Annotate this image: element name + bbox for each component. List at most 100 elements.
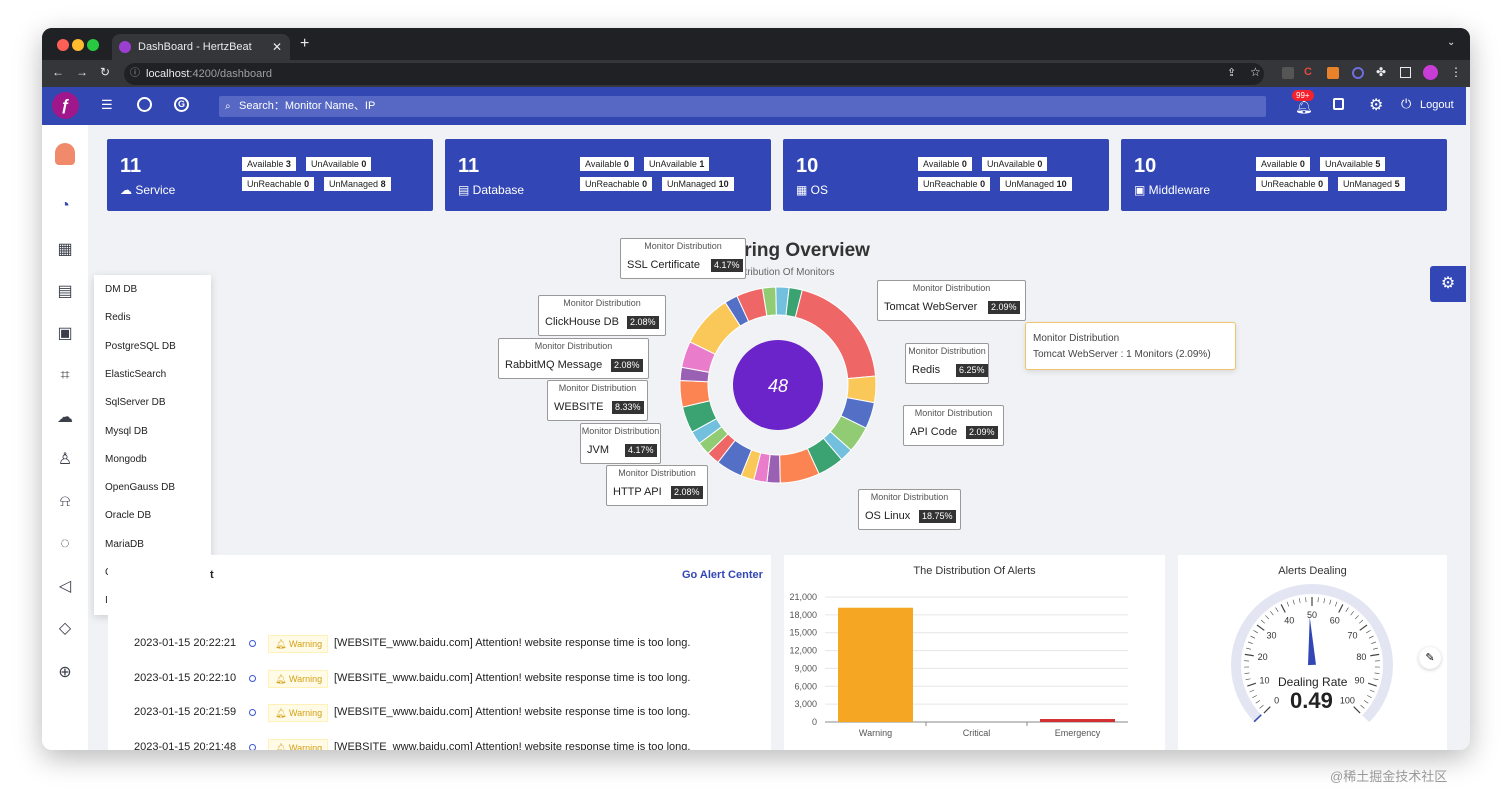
dropdown-item[interactable]: MariaDB — [105, 539, 144, 550]
badge-label: UnAvailable — [649, 159, 697, 169]
gitee-icon[interactable]: G — [174, 97, 189, 112]
dropdown-item[interactable]: PostgreSQL DB — [105, 341, 176, 352]
summary-card-os[interactable]: 10 ▦ OS Available 0 UnAvailable 0 UnReachabl… — [783, 139, 1109, 211]
distribution-label: Monitor Distribution OS Linux 18.75% — [858, 489, 961, 530]
bar-warning[interactable] — [838, 607, 913, 722]
logout-icon[interactable]: ⏻ — [1401, 96, 1411, 112]
os-icon[interactable]: ▣ — [55, 324, 75, 344]
hertzbeat-logo[interactable]: ƒ — [52, 92, 79, 119]
bookmark-star-icon[interactable]: ☆ — [1250, 65, 1261, 79]
settings-gear-icon[interactable]: ⚙ — [1369, 95, 1383, 115]
logout-button[interactable]: Logout — [1420, 99, 1454, 111]
magic-wand-icon[interactable]: ✎ — [1419, 647, 1441, 669]
distribution-label-name: JVM — [587, 444, 609, 456]
badge-unavailable: UnAvailable 1 — [644, 157, 710, 171]
maximize-window-button[interactable] — [87, 39, 99, 51]
gauge-needle — [1308, 617, 1316, 666]
megaphone-icon[interactable]: ◁ — [55, 577, 75, 597]
search-placeholder: Search：Monitor Name、IP — [239, 100, 376, 112]
gauge-tick-label: 30 — [1267, 631, 1277, 641]
distribution-label: Monitor Distribution WEBSITE 8.33% — [547, 380, 648, 421]
dropdown-item[interactable]: DM DB — [105, 284, 137, 295]
github-icon[interactable] — [137, 97, 152, 112]
user-avatar-icon[interactable] — [55, 143, 75, 165]
share-icon[interactable]: ⇪ — [1227, 66, 1236, 79]
dropdown-item[interactable]: Redis — [105, 312, 131, 323]
tag-icon[interactable]: ◇ — [55, 619, 75, 639]
bell-small-icon: 🔔︎ — [275, 673, 287, 684]
distribution-label: Monitor Distribution HTTP API 2.08% — [606, 465, 708, 506]
dropdown-item[interactable]: Mysql DB — [105, 426, 148, 437]
badge-label: Available — [247, 159, 284, 169]
dropdown-item[interactable]: SqlServer DB — [105, 397, 166, 408]
badge-available: Available 3 — [242, 157, 296, 171]
collapse-menu-icon[interactable]: ☰ — [101, 97, 113, 113]
card-label-text: OS — [810, 183, 829, 197]
alarm-icon[interactable]: ⍾ — [55, 492, 75, 512]
dropdown-item[interactable]: Mongodb — [105, 454, 147, 465]
alert-distribution-panel: The Distribution Of Alerts 21,000 18,000 1… — [784, 555, 1165, 750]
middleware-icon[interactable]: ⌗ — [55, 366, 75, 386]
browser-menu-icon[interactable]: ⋮ — [1450, 65, 1462, 79]
hertzbeat-favicon-icon — [119, 41, 131, 53]
dropdown-item[interactable]: Oracle DB — [105, 510, 151, 521]
extension-icon[interactable] — [1282, 67, 1294, 79]
database-icon[interactable]: ▤ — [55, 282, 75, 302]
cloud-icon[interactable]: ☁ — [55, 408, 75, 428]
new-tab-icon[interactable]: + — [300, 35, 309, 53]
reload-icon[interactable]: ↻ — [100, 65, 110, 79]
gauge-tick-label: 70 — [1347, 631, 1357, 641]
gauge-tick — [1250, 635, 1256, 639]
close-tab-icon[interactable]: ✕ — [272, 34, 282, 60]
distribution-label: Monitor Distribution RabbitMQ Message 2.08… — [498, 338, 649, 379]
back-icon[interactable]: ← — [52, 65, 64, 79]
alert-row[interactable]: 2023-01-15 20:21:59 🔔︎ Warning [WEBSITE_www… — [108, 703, 768, 725]
y-tick-label: 12,000 — [789, 646, 817, 656]
bulb-icon[interactable]: ◌ — [55, 534, 75, 554]
badge-value: 0 — [1299, 159, 1305, 169]
shirt-icon[interactable]: ♙ — [55, 450, 75, 470]
bar-emergency[interactable] — [1040, 719, 1115, 722]
extension-fox-icon[interactable] — [1327, 67, 1339, 79]
database-icon: ▤ — [458, 183, 473, 197]
theme-settings-button[interactable]: ⚙ — [1430, 266, 1466, 302]
badge-value: 0 — [623, 159, 629, 169]
profile-avatar-icon[interactable] — [1423, 65, 1438, 80]
y-tick-label: 21,000 — [789, 592, 817, 602]
distribution-label-percent: 8.33% — [612, 401, 644, 414]
distribution-label-percent: 4.17% — [625, 444, 657, 457]
gauge-label: Dealing Rate — [1278, 675, 1348, 689]
minimize-window-button[interactable] — [72, 39, 84, 51]
dropdown-item[interactable]: OpenGauss DB — [105, 482, 175, 493]
alert-row[interactable]: 2023-01-15 20:22:10 🔔︎ Warning [WEBSITE_www… — [108, 669, 768, 691]
summary-card-database[interactable]: 11 ▤ Database Available 0 UnAvailable 1 UnRe… — [445, 139, 771, 211]
gauge-tick — [1372, 647, 1378, 650]
dashboard-icon[interactable]: ◔ — [55, 196, 75, 216]
sidepanel-icon[interactable] — [1400, 67, 1411, 78]
go-alert-center-link[interactable]: Go Alert Center — [682, 569, 763, 581]
alert-row[interactable]: 2023-01-15 20:21:48 🔔︎ Warning [WEBSITE_www… — [108, 738, 768, 750]
distribution-label-name: SSL Certificate — [627, 259, 700, 271]
globe-icon[interactable]: ⊕ — [55, 663, 75, 683]
puzzle-icon[interactable]: ✤ — [1376, 65, 1386, 79]
alert-time: 2023-01-15 20:22:21 — [134, 637, 237, 649]
gauge-tick — [1354, 615, 1359, 620]
address-bar[interactable]: ⓘ localhost:4200/dashboard — [124, 63, 1264, 85]
browser-tab[interactable]: DashBoard - HertzBeat ✕ — [112, 34, 290, 60]
search-input[interactable]: ⌕ Search：Monitor Name、IP — [219, 96, 1266, 117]
tab-list-icon[interactable]: ⌄ — [1447, 37, 1455, 48]
summary-card-service[interactable]: 11 ☁ Service Available 3 UnAvailable 0 UnRea… — [107, 139, 433, 211]
x-tick-label: Warning — [859, 728, 892, 738]
dropdown-item[interactable]: ElasticSearch — [105, 369, 166, 380]
alert-message: [WEBSITE_www.baidu.com] Attention! websi… — [334, 671, 691, 684]
extension-c-icon[interactable]: C — [1304, 66, 1312, 78]
badge-available: Available 0 — [1256, 157, 1310, 171]
gauge-tick — [1359, 624, 1368, 631]
grid-icon[interactable]: ▦ — [55, 240, 75, 260]
forward-icon[interactable]: → — [76, 65, 88, 79]
summary-card-middleware[interactable]: 10 ▣ Middleware Available 0 UnAvailable 5 Un… — [1121, 139, 1447, 211]
lock-icon[interactable] — [1333, 98, 1344, 110]
alert-row[interactable]: 2023-01-15 20:22:21 🔔︎ Warning [WEBSITE_www… — [108, 634, 768, 656]
close-window-button[interactable] — [57, 39, 69, 51]
extension-circle-icon[interactable] — [1352, 67, 1364, 79]
